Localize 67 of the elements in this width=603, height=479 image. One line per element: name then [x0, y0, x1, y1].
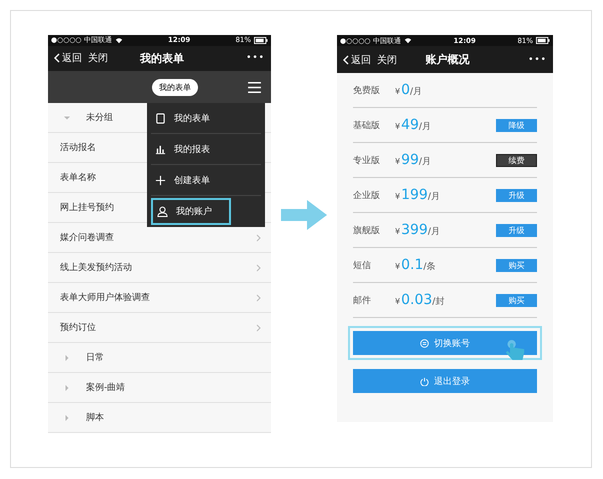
menu-item[interactable]: 创建表单 — [151, 165, 261, 196]
list-item[interactable]: 预约订位 — [48, 313, 271, 343]
plan-name: 旗舰版 — [353, 224, 381, 236]
list-item[interactable]: 日常 — [48, 343, 271, 373]
plan-button[interactable]: 续费 — [496, 154, 537, 166]
form-pill-button[interactable]: 我的表单 — [152, 78, 198, 96]
plan-name: 基础版 — [353, 120, 381, 132]
menu-item[interactable]: 我的账户 — [151, 198, 231, 225]
list-item[interactable]: 案例-曲靖 — [48, 373, 271, 403]
power-icon — [420, 376, 429, 386]
close-button[interactable]: 关闭 — [377, 52, 397, 66]
plan-price: ¥99/月 — [395, 152, 432, 168]
plan-price: ¥0.1/条 — [395, 257, 436, 273]
plan-price: ¥49/月 — [395, 117, 432, 133]
wifi-icon — [404, 37, 412, 44]
document-icon — [155, 112, 166, 124]
chevron-icon — [256, 294, 261, 302]
item-label: 未分组 — [86, 112, 113, 124]
more-button[interactable]: ••• — [528, 54, 547, 64]
item-label: 媒介问卷调查 — [60, 232, 114, 244]
plan-name: 邮件 — [353, 294, 372, 306]
back-button[interactable]: 返回 — [54, 51, 82, 66]
bar-chart-icon — [155, 144, 166, 154]
list-item[interactable]: 线上美发预约活动 — [48, 253, 271, 283]
menu-item[interactable]: 我的表单 — [151, 103, 261, 134]
chevron-left-icon — [54, 53, 60, 64]
list-item[interactable]: 表单大师用户体验调查 — [48, 283, 271, 313]
item-label: 活动报名 — [60, 142, 96, 154]
plan-name: 企业版 — [353, 190, 381, 202]
menu-item[interactable]: 我的报表 — [151, 134, 261, 165]
item-label: 案例-曲靖 — [86, 381, 126, 394]
plan-name: 免费版 — [353, 84, 381, 96]
item-label: 表单大师用户体验调查 — [60, 292, 150, 304]
chevron-icon — [256, 264, 261, 272]
chevron-icon — [256, 324, 261, 332]
item-label: 脚本 — [86, 412, 104, 424]
swap-icon — [420, 338, 429, 348]
more-button[interactable]: ••• — [246, 53, 265, 64]
chevron-left-icon — [343, 54, 349, 64]
list-item[interactable]: 脚本 — [48, 403, 271, 433]
plan-name: 专业版 — [353, 154, 381, 166]
plan-price: ¥399/月 — [395, 222, 441, 238]
plan-price: ¥199/月 — [395, 187, 441, 203]
close-button[interactable]: 关闭 — [88, 51, 108, 66]
item-label: 日常 — [86, 352, 104, 364]
menu-label: 我的表单 — [174, 112, 210, 124]
back-button[interactable]: 返回 — [343, 52, 371, 66]
window-title: 我的表单 — [138, 50, 186, 66]
plan-price: ¥0/月 — [395, 82, 424, 98]
menu-label: 创建表单 — [174, 174, 210, 186]
chevron-icon — [256, 234, 261, 242]
menu-icon[interactable] — [248, 82, 261, 93]
plan-name: 短信 — [353, 260, 372, 272]
wifi-icon — [114, 36, 123, 44]
item-label: 表单名称 — [60, 172, 96, 184]
user-icon — [157, 206, 168, 217]
plan-price: ¥0.03/封 — [395, 292, 446, 308]
item-label: 预约订位 — [60, 322, 96, 334]
plus-icon — [155, 174, 166, 186]
menu-label: 我的账户 — [176, 206, 212, 218]
window-title: 账户概况 — [424, 52, 471, 67]
menu-label: 我的报表 — [174, 144, 210, 156]
arrow-icon — [281, 200, 327, 230]
battery-icon — [254, 36, 268, 44]
battery-icon — [536, 37, 550, 44]
item-label: 网上挂号预约 — [60, 202, 114, 214]
item-label: 线上美发预约活动 — [60, 262, 132, 274]
